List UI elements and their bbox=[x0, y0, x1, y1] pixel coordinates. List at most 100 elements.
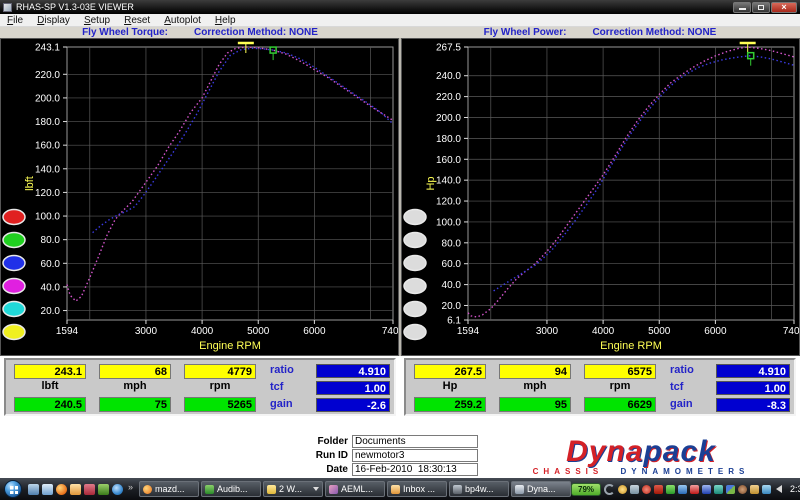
minimize-button[interactable] bbox=[733, 2, 751, 13]
tray-icon-8[interactable] bbox=[702, 485, 711, 494]
charts-region: 243.1220.0200.0180.0160.0140.0120.0100.0… bbox=[0, 38, 800, 356]
menu-display[interactable]: Display bbox=[30, 15, 77, 26]
tray-icon-11[interactable] bbox=[738, 485, 747, 494]
date-field[interactable] bbox=[352, 463, 478, 476]
chart-header-strip: Fly Wheel Torque: Correction Method: NON… bbox=[0, 27, 800, 38]
menu-autoplot[interactable]: Autoplot bbox=[157, 15, 208, 26]
power-chart-title: Fly Wheel Power: bbox=[484, 27, 567, 38]
power-peak-speed: 94 bbox=[499, 364, 571, 379]
tray-icon-4[interactable] bbox=[654, 485, 663, 494]
volume-icon[interactable] bbox=[776, 485, 782, 493]
window-switcher-icon[interactable] bbox=[42, 484, 53, 495]
taskbar-item-dyna-active[interactable]: Dyna... bbox=[511, 481, 571, 497]
torque-chart[interactable]: 243.1220.0200.0180.0160.0140.0120.0100.0… bbox=[0, 38, 399, 356]
taskbar-item-mazd[interactable]: mazd... bbox=[139, 481, 199, 497]
tray-icon-2[interactable] bbox=[630, 485, 639, 494]
torque-chart-canvas[interactable]: 243.1220.0200.0180.0160.0140.0120.0100.0… bbox=[1, 39, 398, 355]
run-id-field[interactable] bbox=[352, 449, 478, 462]
mail-icon[interactable] bbox=[70, 484, 81, 495]
svg-text:lbft: lbft bbox=[24, 176, 36, 191]
tray-icon-1[interactable] bbox=[618, 485, 627, 494]
close-button[interactable] bbox=[771, 2, 797, 13]
menu-help[interactable]: Help bbox=[208, 15, 243, 26]
svg-text:Hp: Hp bbox=[425, 176, 437, 190]
taskbar-item-audib[interactable]: Audib... bbox=[201, 481, 261, 497]
show-desktop-icon[interactable] bbox=[28, 484, 39, 495]
media-app-icon[interactable] bbox=[84, 484, 95, 495]
menu-setup[interactable]: Setup bbox=[77, 15, 117, 26]
battery-indicator[interactable]: 79% bbox=[571, 483, 601, 496]
tray-icon-10[interactable] bbox=[726, 485, 735, 494]
torque-readout-panel: 243.1 68 4779 lbft mph rpm 240.5 75 5265… bbox=[4, 358, 396, 416]
start-button[interactable] bbox=[4, 480, 22, 498]
folder-icon bbox=[267, 485, 276, 494]
svg-text:100.0: 100.0 bbox=[436, 217, 461, 228]
gain-value: -2.6 bbox=[316, 398, 390, 412]
svg-text:20.0: 20.0 bbox=[41, 306, 61, 317]
svg-text:3000: 3000 bbox=[536, 326, 559, 337]
menu-reset[interactable]: Reset bbox=[117, 15, 157, 26]
taskbar-item-aeml[interactable]: AEML... bbox=[325, 481, 385, 497]
svg-text:80.0: 80.0 bbox=[442, 238, 462, 249]
svg-text:Engine RPM: Engine RPM bbox=[600, 340, 662, 352]
svg-text:160.0: 160.0 bbox=[436, 155, 461, 166]
update-icon[interactable] bbox=[750, 485, 759, 494]
torque-correction-method: Correction Method: NONE bbox=[194, 27, 318, 38]
tray-icon-9[interactable] bbox=[714, 485, 723, 494]
taskbar-clock[interactable]: 2:37 AM bbox=[790, 484, 800, 494]
power-chart[interactable]: 267.5240.0220.0200.0180.0160.0140.0120.0… bbox=[401, 38, 800, 356]
network-icon[interactable] bbox=[762, 485, 771, 494]
tray-icon-3[interactable] bbox=[642, 485, 651, 494]
quick-launch-overflow-icon[interactable]: » bbox=[128, 482, 133, 492]
svg-text:1594: 1594 bbox=[56, 326, 79, 337]
tray-icon-6[interactable] bbox=[678, 485, 687, 494]
svg-text:200.0: 200.0 bbox=[35, 93, 60, 104]
svg-text:6000: 6000 bbox=[704, 326, 727, 337]
tray-icon-7[interactable] bbox=[690, 485, 699, 494]
svg-text:243.1: 243.1 bbox=[35, 43, 60, 54]
dev-app-icon[interactable] bbox=[98, 484, 109, 495]
power-chart-canvas[interactable]: 267.5240.0220.0200.0180.0160.0140.0120.0… bbox=[402, 39, 799, 355]
taskbar-item-group-windows[interactable]: 2 W... bbox=[263, 481, 323, 497]
internet-explorer-icon[interactable] bbox=[112, 484, 123, 495]
folder-field[interactable] bbox=[352, 435, 478, 448]
svg-text:Engine RPM: Engine RPM bbox=[199, 340, 261, 352]
cpu-meter-icon[interactable] bbox=[604, 484, 615, 495]
power-readout-panel: 267.5 94 6575 Hp mph rpm 259.2 95 6629 r… bbox=[404, 358, 796, 416]
speed-unit-label: mph bbox=[99, 380, 171, 392]
dynapack-logo: Dynapack CHASSIS DYNAMOMETERS bbox=[496, 438, 786, 476]
rpm-unit-label: rpm bbox=[184, 380, 256, 392]
group-expand-icon[interactable] bbox=[313, 487, 319, 491]
svg-text:120.0: 120.0 bbox=[35, 188, 60, 199]
menu-file[interactable]: File bbox=[0, 15, 30, 26]
svg-text:120.0: 120.0 bbox=[436, 197, 461, 208]
firefox-icon[interactable] bbox=[56, 484, 67, 495]
taskbar-item-inbox[interactable]: Inbox ... bbox=[387, 481, 447, 497]
app-window: RHAS-SP V1.3-03E VIEWER File Display Set… bbox=[0, 0, 800, 500]
app-icon bbox=[453, 485, 462, 494]
svg-text:3000: 3000 bbox=[135, 326, 158, 337]
svg-text:7400: 7400 bbox=[783, 326, 799, 337]
svg-text:100.0: 100.0 bbox=[35, 212, 60, 223]
torque-run-speed: 75 bbox=[99, 397, 171, 412]
svg-text:6000: 6000 bbox=[303, 326, 326, 337]
restore-button[interactable] bbox=[752, 2, 770, 13]
logo-sub-chassis: CHASSIS bbox=[533, 467, 604, 476]
app-icon bbox=[329, 485, 338, 494]
taskbar-item-bp4w[interactable]: bp4w... bbox=[449, 481, 509, 497]
svg-text:80.0: 80.0 bbox=[41, 235, 61, 246]
svg-text:1594: 1594 bbox=[457, 326, 480, 337]
ratio-label: ratio bbox=[670, 364, 712, 376]
svg-text:200.0: 200.0 bbox=[436, 113, 461, 124]
speed-unit-label: mph bbox=[499, 380, 571, 392]
run-id-label: Run ID bbox=[296, 450, 352, 461]
power-peak-value: 267.5 bbox=[414, 364, 486, 379]
tray-icon-5[interactable] bbox=[666, 485, 675, 494]
date-label: Date bbox=[296, 464, 352, 475]
title-bar[interactable]: RHAS-SP V1.3-03E VIEWER bbox=[0, 0, 800, 14]
readout-panels: 243.1 68 4779 lbft mph rpm 240.5 75 5265… bbox=[0, 356, 800, 418]
firefox-icon bbox=[143, 485, 152, 494]
logo-sub-dynamometers: DYNAMOMETERS bbox=[620, 467, 749, 476]
tcf-value: 1.00 bbox=[716, 381, 790, 395]
svg-text:140.0: 140.0 bbox=[436, 176, 461, 187]
